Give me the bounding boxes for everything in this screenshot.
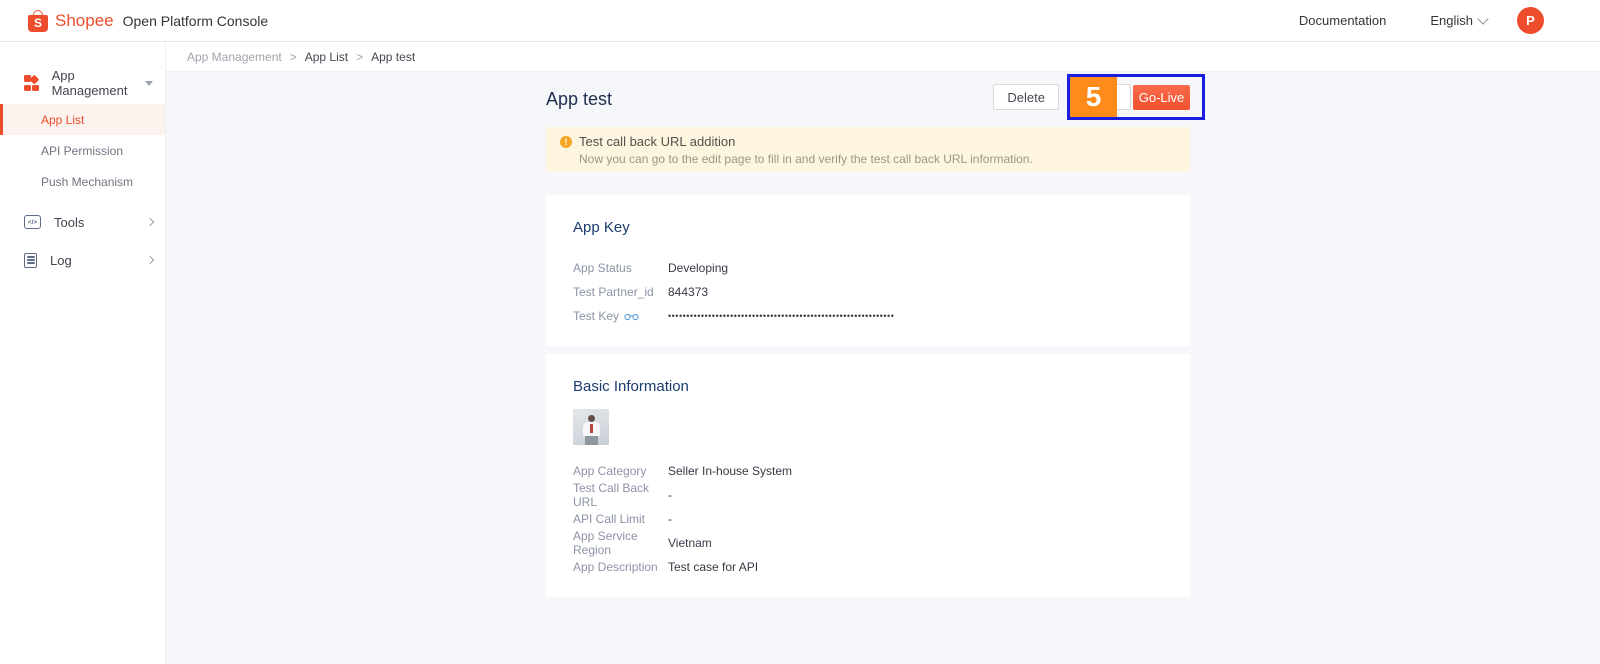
apps-grid-icon [24,74,39,91]
brand-logo[interactable]: S Shopee Open Platform Console [28,9,269,32]
card-title: Basic Information [573,378,689,395]
annotation-number-badge: 5 [1070,77,1117,117]
page-actions: Delete 5 Go-Live [993,74,1205,120]
breadcrumb-separator: > [356,49,364,64]
masked-test-key: ••••••••••••••••••••••••••••••••••••••••… [668,311,895,321]
banner-title: Test call back URL addition [579,134,736,149]
field-value: - [668,512,672,526]
document-log-icon [24,252,37,268]
field-value: Developing [668,261,729,275]
topbar-right: Documentation English P [1299,7,1544,34]
card-title: App Key [573,219,630,236]
sidebar-item-label: Tools [54,214,85,230]
sidebar-item-label: App List [41,112,85,127]
breadcrumb-app-test: App test [371,49,416,64]
breadcrumb: App Management > App List > App test [166,42,1600,72]
reveal-key-glasses-icon[interactable] [624,312,639,321]
field-label: API Call Limit [573,512,646,526]
sidebar-item-label: Push Mechanism [41,174,134,189]
row-api-call-limit: API Call Limit - [573,507,1163,531]
field-label: Test Partner_id [573,285,654,299]
notice-banner: ! Test call back URL addition Now you ca… [546,127,1190,172]
field-label: App Description [573,560,658,574]
field-value: 844373 [668,285,709,299]
breadcrumb-separator: > [289,49,297,64]
user-avatar[interactable]: P [1517,7,1544,34]
hidden-button-sliver[interactable] [1117,84,1131,110]
annotation-highlight-box: 5 Go-Live [1067,74,1205,120]
row-app-status: App Status Developing [573,256,1163,280]
row-test-call-back-url: Test Call Back URL - [573,481,1163,509]
shopee-bag-icon: S [28,9,48,32]
field-label: App Status [573,261,632,275]
field-value: Vietnam [668,536,712,550]
row-app-category: App Category Seller In-house System [573,459,1163,483]
go-live-button[interactable]: Go-Live [1133,84,1190,110]
top-bar: S Shopee Open Platform Console Documenta… [0,0,1600,42]
field-label: App Service Region [573,529,638,557]
chevron-right-icon [145,217,155,227]
app-logo-image [573,409,609,445]
field-value: Test case for API [668,560,759,574]
documentation-link[interactable]: Documentation [1299,13,1386,28]
field-label: Test Key [573,309,620,323]
caret-down-icon [145,80,153,86]
basic-information-card: Basic Information App Category Seller In… [546,354,1190,597]
chevron-down-icon [1477,13,1489,25]
breadcrumb-app-management[interactable]: App Management [187,50,282,64]
content: App test Delete 5 Go-Live ! Test call ba… [166,72,1600,664]
row-test-key: Test Key •••••••••••••••••••••••••••••••… [573,304,1163,328]
sidebar-item-tools[interactable]: </> Tools [0,205,165,239]
banner-message: Now you can go to the edit page to fill … [579,152,1033,166]
product-name: Open Platform Console [122,12,269,29]
delete-button[interactable]: Delete [993,84,1059,110]
language-selector[interactable]: English [1430,13,1489,28]
row-app-service-region: App Service Region Vietnam [573,529,1163,557]
sidebar-item-app-list[interactable]: App List [0,104,165,135]
field-value: Seller In-house System [668,464,793,478]
row-app-description: App Description Test case for API [573,555,1163,579]
field-label: Test Call Back URL [573,481,650,509]
breadcrumb-app-list[interactable]: App List [305,50,348,64]
sidebar-item-push-mechanism[interactable]: Push Mechanism [0,166,165,197]
sidebar-item-label: Log [50,252,72,268]
main-area: App Management > App List > App test App… [166,42,1600,664]
chevron-right-icon [145,255,155,265]
sidebar-item-label: API Permission [41,143,124,158]
code-tools-icon: </> [24,215,41,229]
app-key-card: App Key App Status Developing Test Partn… [546,195,1190,346]
sidebar-item-api-permission[interactable]: API Permission [0,135,165,166]
sidebar-item-label: App Management [51,68,128,98]
sidebar-item-log[interactable]: Log [0,243,165,277]
sidebar: App Management App List API Permission P… [0,42,166,664]
warning-info-icon: ! [560,135,572,148]
shopee-bag-letter: S [33,15,42,30]
language-label: English [1430,13,1473,28]
page-title: App test [546,89,613,109]
sidebar-item-app-management[interactable]: App Management [0,66,165,100]
field-label: App Category [573,464,647,478]
page-head: App test Delete 5 Go-Live [546,72,1205,127]
row-test-partner-id: Test Partner_id 844373 [573,280,1163,304]
field-value: - [668,488,672,502]
brand-name: Shopee [55,10,114,30]
